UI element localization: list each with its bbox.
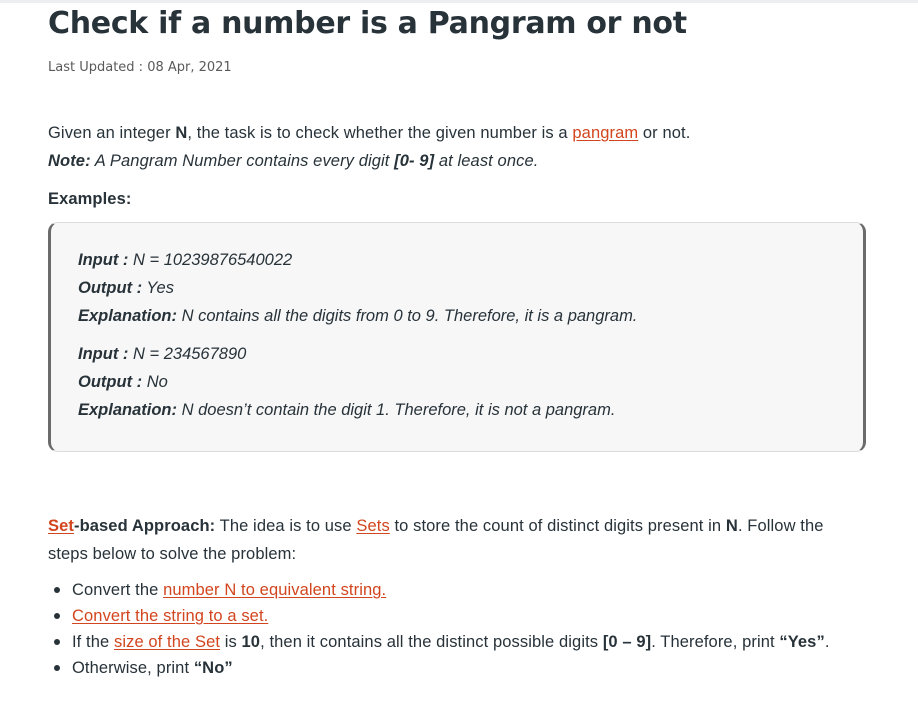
last-updated-date: Last Updated : 08 Apr, 2021: [48, 60, 232, 75]
examples-box: Input : N = 10239876540022 Output : Yes …: [48, 222, 866, 452]
pangram-link[interactable]: pangram: [572, 124, 638, 142]
step-4-text: Otherwise, print: [72, 659, 194, 677]
bullet-icon: [54, 587, 60, 593]
set-link[interactable]: Set: [48, 517, 74, 535]
step-1-text: Convert the: [72, 581, 164, 599]
input-label: Input :: [78, 345, 129, 363]
example-2-input: Input : N = 234567890: [78, 343, 246, 365]
list-item: If the size of the Set is 10, then it co…: [48, 629, 888, 655]
step-3-text-4: . Therefore, print: [651, 633, 780, 651]
input-value: N = 10239876540022: [128, 251, 293, 269]
note-paragraph: Note: A Pangram Number contains every di…: [48, 150, 538, 172]
note-text-1: A Pangram Number contains every digit: [90, 152, 395, 170]
note-label: Note:: [48, 152, 91, 170]
step-4-no: “No”: [193, 659, 233, 677]
bullet-icon: [54, 665, 60, 671]
example-2-explanation: Explanation: N doesn’t contain the digit…: [78, 399, 615, 421]
example-1-explanation: Explanation: N contains all the digits f…: [78, 305, 637, 327]
step-3-text-1: If the: [72, 633, 114, 651]
note-text-2: at least once.: [434, 152, 539, 170]
explanation-label: Explanation:: [78, 307, 178, 325]
approach-paragraph: Set-based Approach: The idea is to use S…: [48, 512, 848, 568]
example-1-output: Output : Yes: [78, 277, 174, 299]
intro-n: N: [175, 124, 188, 142]
step-3-range: [0 – 9]: [602, 633, 652, 651]
explanation-value: N contains all the digits from 0 to 9. T…: [177, 307, 638, 325]
intro-text-3: or not.: [638, 124, 691, 142]
list-item: Otherwise, print “No”: [48, 655, 888, 681]
example-1-input: Input : N = 10239876540022: [78, 249, 292, 271]
intro-text-1: Given an integer: [48, 124, 176, 142]
intro-paragraph: Given an integer N, the task is to check…: [48, 122, 690, 144]
bullet-icon: [54, 639, 60, 645]
size-of-set-link[interactable]: size of the Set: [114, 633, 220, 651]
explanation-value: N doesn’t contain the digit 1. Therefore…: [177, 401, 616, 419]
examples-heading: Examples:: [48, 190, 132, 208]
string-to-set-link[interactable]: Convert the string to a set.: [72, 607, 268, 625]
output-label: Output :: [78, 373, 143, 391]
steps-list: Convert the number N to equivalent strin…: [48, 577, 888, 681]
approach-text-1: The idea is to use: [215, 517, 357, 535]
output-label: Output :: [78, 279, 143, 297]
input-label: Input :: [78, 251, 129, 269]
output-value: No: [142, 373, 168, 391]
list-item: Convert the number N to equivalent strin…: [48, 577, 888, 603]
approach-text-2: to store the count of distinct digits pr…: [389, 517, 726, 535]
bullet-icon: [54, 613, 60, 619]
approach-label: -based Approach:: [73, 517, 216, 535]
step-3-text-3: , then it contains all the distinct poss…: [260, 633, 603, 651]
step-3-size: 10: [241, 633, 261, 651]
top-divider: [0, 0, 918, 3]
output-value: Yes: [142, 279, 174, 297]
note-range: [0- 9]: [394, 152, 435, 170]
intro-text-2: , the task is to check whether the given…: [187, 124, 573, 142]
list-item: Convert the string to a set.: [48, 603, 888, 629]
approach-n: N: [725, 517, 738, 535]
input-value: N = 234567890: [128, 345, 247, 363]
step-3-yes: “Yes”: [779, 633, 825, 651]
step-3-text-2: is: [220, 633, 242, 651]
number-to-string-link[interactable]: number N to equivalent string.: [163, 581, 386, 599]
step-3-text-5: .: [824, 633, 830, 651]
example-2-output: Output : No: [78, 371, 168, 393]
article-title: Check if a number is a Pangram or not: [48, 6, 687, 41]
explanation-label: Explanation:: [78, 401, 178, 419]
sets-link[interactable]: Sets: [356, 517, 389, 535]
